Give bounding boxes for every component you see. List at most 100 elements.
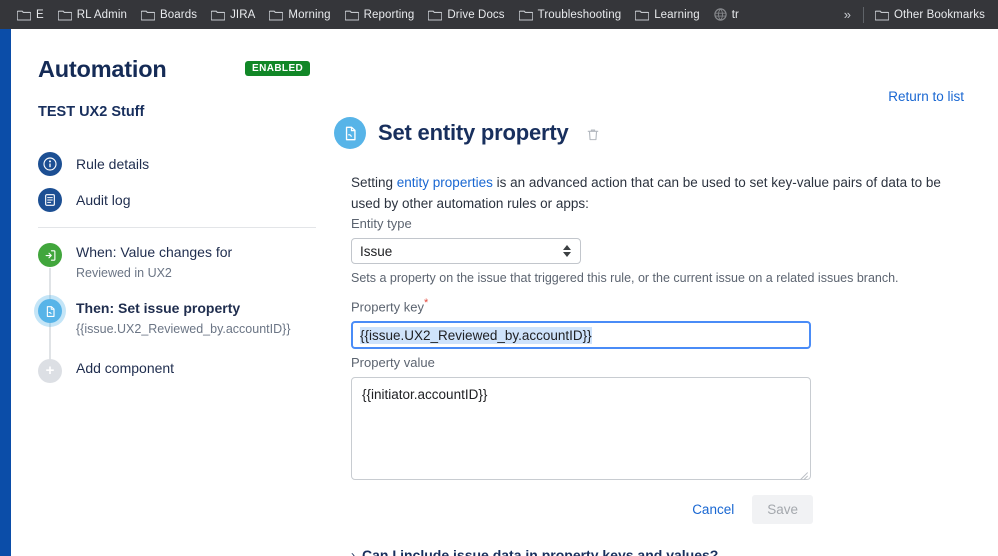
component-then-action[interactable]: Then: Set issue property {{issue.UX2_Rev… — [38, 290, 316, 346]
folder-icon — [269, 9, 284, 21]
bookmark-item[interactable]: E — [10, 6, 51, 24]
component-when-trigger[interactable]: When: Value changes for Reviewed in UX2 — [38, 234, 316, 290]
resize-grip-icon[interactable] — [799, 468, 808, 480]
rule-name: TEST UX2 Stuff — [38, 104, 145, 120]
bookmark-label: RL Admin — [76, 8, 128, 21]
browser-bookmarks-bar: E RL Admin Boards JIRA Morning Reporting — [0, 0, 998, 29]
component-icon-wrap: + — [38, 359, 62, 383]
bookmark-item[interactable]: RL Admin — [51, 6, 134, 24]
action-description: Setting entity properties is an advanced… — [351, 172, 971, 214]
action-header: Set entity property — [334, 117, 602, 149]
folder-icon — [518, 9, 533, 21]
bookmark-label: Drive Docs — [447, 8, 505, 21]
component-subtitle: Reviewed in UX2 — [76, 266, 172, 280]
bookmark-item[interactable]: Troubleshooting — [512, 6, 629, 24]
folder-icon — [140, 9, 156, 21]
delete-icon[interactable] — [584, 126, 602, 144]
cancel-button[interactable]: Cancel — [682, 495, 744, 524]
globe-icon — [714, 8, 727, 21]
folder-icon — [344, 9, 359, 21]
faq-question: Can I include issue data in property key… — [362, 547, 719, 556]
property-value-textarea[interactable]: {{initiator.accountID}} — [351, 377, 811, 480]
bookmark-label: tr — [731, 8, 739, 21]
entity-type-field: Entity type Issue Sets a property on the… — [351, 216, 899, 285]
folder-icon — [57, 9, 73, 21]
component-icon-wrap — [38, 299, 62, 337]
component-title: When: Value changes for — [76, 244, 233, 260]
bookmark-label: JIRA — [230, 8, 256, 21]
property-value-label: Property value — [351, 355, 435, 370]
bookmark-item[interactable]: tr — [707, 5, 746, 24]
bookmark-label: Learning — [654, 8, 700, 21]
component-icon-wrap — [38, 243, 62, 281]
set-property-icon — [38, 299, 62, 323]
bookmarks-overflow-button[interactable]: » — [836, 6, 859, 23]
property-key-field: Property key* {{issue.UX2_Reviewed_by.ac… — [351, 297, 811, 350]
entity-properties-link[interactable]: entity properties — [397, 175, 493, 190]
sidebar-nav: Rule details Audit log When: Value chang… — [38, 146, 316, 392]
automation-page: Automation ENABLED TEST UX2 Stuff Rule d… — [0, 29, 998, 556]
property-key-label: Property key* — [351, 297, 811, 314]
save-button[interactable]: Save — [752, 495, 813, 524]
entity-type-select[interactable]: Issue — [351, 238, 581, 264]
property-key-input[interactable]: {{issue.UX2_Reviewed_by.accountID}} — [351, 321, 811, 350]
component-subtitle: {{issue.UX2_Reviewed_by.accountID}} — [76, 322, 291, 336]
bookmark-label: Boards — [160, 8, 198, 21]
required-marker: * — [423, 297, 429, 309]
sidebar-item-label: Audit log — [76, 192, 131, 208]
bookmark-label: Morning — [288, 8, 331, 21]
chevron-right-icon: › — [351, 548, 355, 556]
page-title: Automation — [38, 56, 167, 82]
bookmark-item[interactable]: Reporting — [338, 6, 422, 24]
info-circle-icon — [38, 152, 62, 176]
set-property-icon — [334, 117, 366, 149]
rule-component-tree: When: Value changes for Reviewed in UX2 … — [38, 234, 316, 392]
sidebar-item-audit-log[interactable]: Audit log — [38, 182, 316, 218]
bookmark-item[interactable]: Boards — [134, 6, 204, 24]
component-title: Then: Set issue property — [76, 300, 241, 316]
add-component-text: Add component — [76, 359, 174, 383]
entity-type-value: Issue — [360, 243, 393, 259]
property-key-value: {{issue.UX2_Reviewed_by.accountID}} — [360, 326, 592, 344]
sidebar-item-label: Rule details — [76, 156, 150, 172]
bookmark-item[interactable]: Learning — [628, 6, 707, 24]
folder-icon — [16, 9, 32, 21]
other-bookmarks-button[interactable]: Other Bookmarks — [868, 6, 992, 24]
property-value-text: {{initiator.accountID}} — [362, 387, 488, 402]
folder-icon — [428, 9, 443, 21]
property-key-label-text: Property key — [351, 299, 424, 315]
folder-icon — [210, 9, 226, 21]
folder-icon — [874, 9, 890, 21]
plus-icon: + — [38, 359, 62, 383]
bookmark-label: Troubleshooting — [537, 8, 622, 21]
other-bookmarks-label: Other Bookmarks — [894, 8, 985, 21]
entity-type-label: Entity type — [351, 216, 412, 231]
add-component-button[interactable]: + Add component — [38, 346, 316, 392]
bookmark-item[interactable]: Drive Docs — [421, 6, 511, 24]
component-text: Then: Set issue property {{issue.UX2_Rev… — [76, 299, 291, 337]
content-wrapper: Automation ENABLED TEST UX2 Stuff Rule d… — [11, 29, 998, 556]
bookmark-item[interactable]: JIRA — [204, 6, 262, 24]
trigger-icon — [38, 243, 62, 267]
document-list-icon — [38, 188, 62, 212]
bookmarks-divider — [863, 6, 865, 23]
property-value-field: Property value {{initiator.accountID}} — [351, 355, 811, 480]
sidebar-divider — [38, 227, 316, 228]
return-to-list-link[interactable]: Return to list — [888, 89, 964, 104]
form-actions: Cancel Save — [351, 495, 813, 524]
sidebar-item-rule-details[interactable]: Rule details — [38, 146, 316, 182]
bookmark-item[interactable]: Morning — [262, 6, 337, 24]
component-text: When: Value changes for Reviewed in UX2 — [76, 243, 232, 281]
brand-side-strip — [0, 29, 11, 556]
action-title: Set entity property — [378, 120, 569, 145]
faq-accordion[interactable]: › Can I include issue data in property k… — [351, 547, 718, 556]
status-badge: ENABLED — [245, 61, 311, 76]
plus-glyph: + — [45, 362, 55, 379]
description-prefix: Setting — [351, 175, 397, 190]
bookmark-label: E — [36, 8, 44, 21]
add-component-label: Add component — [76, 360, 175, 376]
bookmark-label: Reporting — [363, 8, 415, 21]
entity-type-helper-text: Sets a property on the issue that trigge… — [351, 271, 899, 285]
folder-icon — [634, 9, 650, 21]
chevron-updown-icon — [563, 245, 571, 257]
